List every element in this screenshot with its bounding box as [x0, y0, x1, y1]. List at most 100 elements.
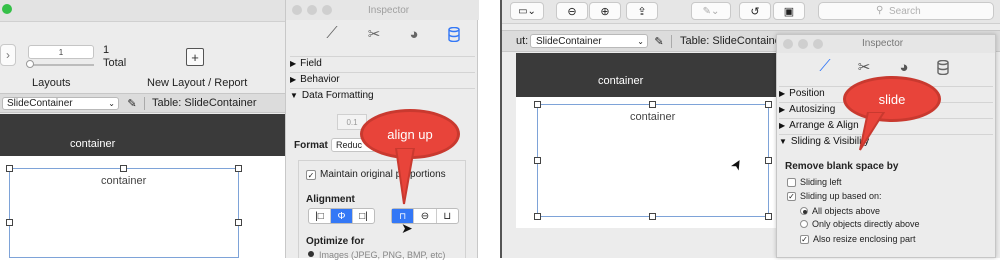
- align-bottom-button[interactable]: ⊔: [437, 209, 458, 223]
- pencil-icon[interactable]: ✎: [652, 34, 666, 48]
- tools-icon: ✂: [367, 26, 381, 43]
- divider: [671, 35, 672, 48]
- section-data-formatting[interactable]: ▼ Data Formatting: [290, 88, 475, 104]
- images-radio[interactable]: [308, 251, 314, 257]
- left-window: › 1 1 Total Layouts + New Layout / Repor…: [0, 0, 290, 258]
- disclosure-right-icon: ▶: [779, 89, 786, 98]
- annotate-button[interactable]: ✎⌄: [691, 2, 731, 20]
- total-label: Total: [103, 57, 127, 69]
- section-field[interactable]: ▶ Field: [290, 56, 475, 72]
- pen-icon: ✎⌄: [702, 5, 720, 17]
- search-icon: ⚲: [876, 5, 884, 16]
- share-button[interactable]: ⇪: [626, 2, 658, 20]
- slider-thumb[interactable]: [26, 60, 34, 68]
- header-part-label: container: [70, 138, 116, 150]
- sliding-up-label: Sliding up based on:: [800, 191, 882, 201]
- ruler-icon: ⟋: [819, 58, 831, 75]
- rotate-button[interactable]: ↺: [739, 2, 771, 20]
- rotate-icon: ↺: [750, 5, 760, 18]
- zoom-out-button[interactable]: ⊖: [556, 2, 588, 20]
- object-label: container: [101, 175, 147, 187]
- window-close-button[interactable]: [292, 5, 302, 15]
- tab-appearance[interactable]: ◕: [894, 57, 914, 77]
- all-objects-radio[interactable]: [800, 207, 808, 215]
- mouse-pointer-icon: ➤: [401, 220, 413, 236]
- resize-handle[interactable]: [765, 213, 772, 220]
- disclosure-right-icon: ▶: [779, 121, 786, 130]
- resize-handle[interactable]: [649, 101, 656, 108]
- window-zoom-button[interactable]: [322, 5, 332, 15]
- resize-handle[interactable]: [649, 213, 656, 220]
- left-titlebar: [0, 0, 290, 22]
- layout-slider[interactable]: [26, 60, 94, 68]
- new-layout-button[interactable]: +: [186, 48, 204, 66]
- resize-handle[interactable]: [235, 165, 242, 172]
- object-select[interactable]: SlideContainer ⌄: [530, 34, 648, 48]
- horizontal-alignment-group: |□ Φ □|: [308, 208, 375, 224]
- resize-handle[interactable]: [534, 101, 541, 108]
- resize-handle[interactable]: [235, 219, 242, 226]
- object-select[interactable]: SlideContainer ⌄: [2, 97, 119, 110]
- tab-data[interactable]: [444, 24, 464, 44]
- toolbox-button[interactable]: ▣: [773, 2, 805, 20]
- sidebar-toggle-button[interactable]: ▭⌄: [510, 2, 544, 20]
- zoom-in-button[interactable]: ⊕: [589, 2, 621, 20]
- tab-position[interactable]: ⟋: [815, 57, 835, 77]
- tools-icon: ✂: [857, 59, 871, 76]
- window-close-button[interactable]: [783, 39, 793, 49]
- header-part-label: container: [598, 75, 644, 87]
- only-objects-label: Only objects directly above: [812, 219, 920, 229]
- palette-icon: ◕: [409, 25, 419, 43]
- align-center-button[interactable]: Φ: [331, 209, 353, 223]
- toolbox-icon: ▣: [783, 5, 795, 18]
- resize-handle[interactable]: [6, 165, 13, 172]
- disclosure-right-icon: ▶: [779, 105, 786, 114]
- search-placeholder: Search: [889, 6, 921, 17]
- window-minimize-button[interactable]: [798, 39, 808, 49]
- palette-icon: ◕: [899, 58, 909, 76]
- tab-appearance[interactable]: ◕: [404, 24, 424, 44]
- section-behavior[interactable]: ▶ Behavior: [290, 72, 475, 88]
- only-objects-radio[interactable]: [800, 220, 808, 228]
- table-label: Table: SlideContainer: [680, 35, 785, 47]
- inspector-title: Inspector: [862, 38, 904, 49]
- resize-handle[interactable]: [765, 157, 772, 164]
- resize-handle[interactable]: [534, 157, 541, 164]
- resize-handle[interactable]: [765, 101, 772, 108]
- share-icon: ⇪: [637, 5, 647, 18]
- resize-handle[interactable]: [534, 213, 541, 220]
- resize-handle[interactable]: [6, 219, 13, 226]
- align-right-button[interactable]: □|: [353, 209, 374, 223]
- sliding-left-checkbox[interactable]: [787, 178, 796, 187]
- search-input[interactable]: ⚲ Search: [818, 2, 994, 20]
- back-button[interactable]: ›: [0, 44, 16, 66]
- database-icon: [448, 26, 460, 42]
- alignment-label: Alignment: [306, 194, 355, 205]
- inspector-title: Inspector: [368, 5, 410, 16]
- zoom-in-icon: ⊕: [600, 5, 610, 18]
- also-resize-checkbox[interactable]: ✓: [800, 235, 809, 244]
- also-resize-label: Also resize enclosing part: [813, 234, 916, 244]
- layout-number-field[interactable]: 1: [28, 45, 94, 59]
- align-middle-button[interactable]: ⊖: [414, 209, 437, 223]
- window-zoom-button[interactable]: [813, 39, 823, 49]
- images-label: Images (JPEG, PNG, BMP, etc): [319, 250, 446, 260]
- align-left-button[interactable]: |□: [309, 209, 331, 223]
- divider: [144, 97, 145, 110]
- tab-styles[interactable]: ✂: [854, 57, 874, 77]
- pencil-icon[interactable]: ✎: [125, 96, 139, 110]
- tab-styles[interactable]: ✂: [364, 24, 384, 44]
- sliding-up-checkbox[interactable]: ✓: [787, 192, 796, 201]
- resize-handle[interactable]: [120, 165, 127, 172]
- object-label: container: [630, 111, 676, 123]
- tab-position[interactable]: ⟋: [322, 24, 342, 44]
- sliding-left-label: Sliding left: [800, 177, 842, 187]
- window-zoom-button[interactable]: [2, 4, 12, 14]
- window-minimize-button[interactable]: [307, 5, 317, 15]
- disclosure-down-icon: ▼: [290, 91, 298, 100]
- disclosure-right-icon: ▶: [290, 75, 297, 84]
- chevron-right-icon: ›: [6, 48, 10, 62]
- tab-data[interactable]: [933, 57, 953, 77]
- maintain-proportions-checkbox[interactable]: ✓: [306, 170, 316, 180]
- layouts-label: Layouts: [32, 77, 71, 89]
